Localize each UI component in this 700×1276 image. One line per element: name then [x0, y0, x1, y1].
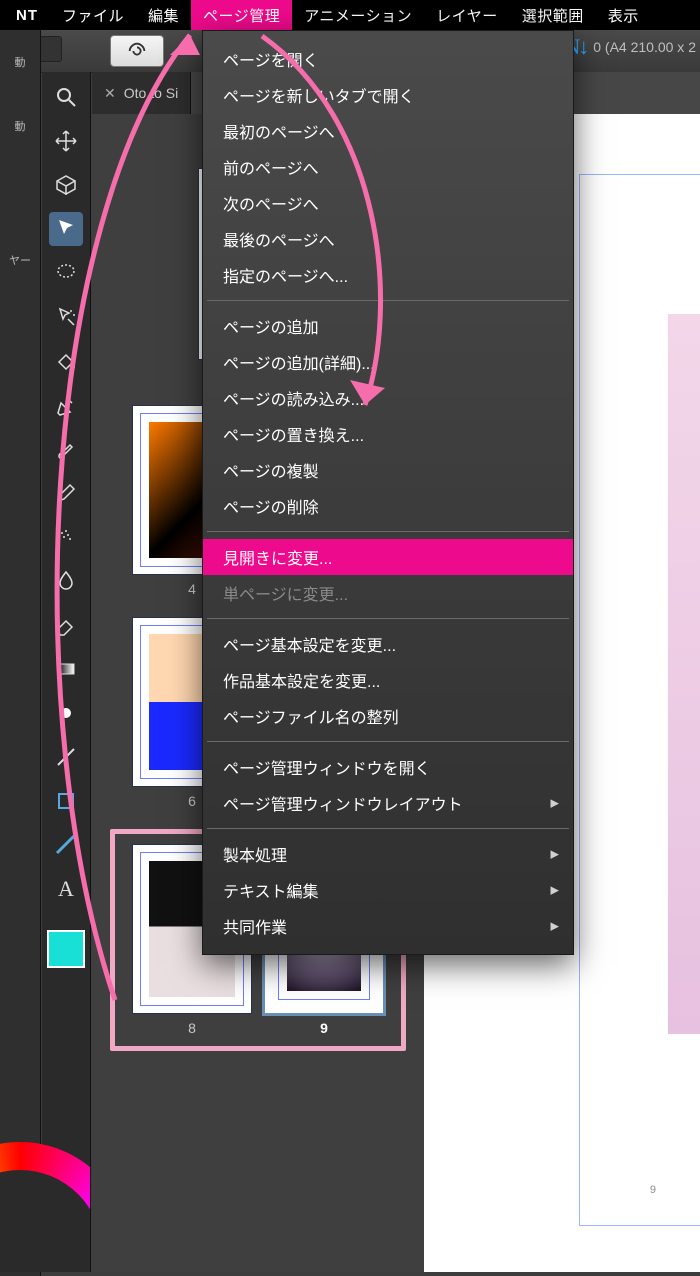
canvas-artwork	[668, 314, 700, 1034]
text-tool[interactable]: A	[49, 872, 83, 906]
menu-selection[interactable]: 選択範囲	[510, 0, 596, 31]
pencil-tool[interactable]	[49, 476, 83, 510]
gradient-tool[interactable]	[49, 652, 83, 686]
menu-edit[interactable]: 編集	[136, 0, 191, 31]
tool-palette: A	[42, 72, 91, 1272]
close-icon[interactable]: ✕	[104, 85, 116, 102]
menu-layer[interactable]: レイヤー	[424, 0, 510, 31]
menu-prev-page[interactable]: 前のページへ	[203, 149, 573, 185]
page-management-menu: ページを開く ページを新しいタブで開く 最初のページへ 前のページへ 次のページ…	[202, 30, 574, 955]
zoom-tool[interactable]	[49, 80, 83, 114]
menu-add-page-adv[interactable]: ページの追加(詳細)...	[203, 344, 573, 380]
menu-page-management[interactable]: ページ管理	[191, 0, 292, 31]
document-tab-label: Oto to Si	[124, 85, 178, 101]
menu-page-manager-layout[interactable]: ページ管理ウィンドウレイアウト	[203, 785, 573, 821]
figure-tool[interactable]	[49, 784, 83, 818]
menu-delete-page[interactable]: ページの削除	[203, 488, 573, 524]
menubar: NT ファイル 編集 ページ管理 アニメーション レイヤー 選択範囲 表示	[0, 0, 700, 30]
app-name: NT	[4, 2, 50, 29]
menu-file[interactable]: ファイル	[50, 0, 136, 31]
page-number: 8	[188, 1014, 196, 1036]
menu-rename-pages[interactable]: ページファイル名の整列	[203, 698, 573, 734]
line-tool[interactable]	[49, 740, 83, 774]
menu-last-page[interactable]: 最後のページへ	[203, 221, 573, 257]
menu-open-page[interactable]: ページを開く	[203, 41, 573, 77]
brush-tool[interactable]	[49, 432, 83, 466]
left-dock-label: ヤー	[9, 246, 31, 270]
menu-binding[interactable]: 製本処理	[203, 836, 573, 872]
menu-collab[interactable]: 共同作業	[203, 908, 573, 944]
menu-first-page[interactable]: 最初のページへ	[203, 113, 573, 149]
menu-import-page[interactable]: ページの読み込み...	[203, 380, 573, 416]
menu-work-settings[interactable]: 作品基本設定を変更...	[203, 662, 573, 698]
menu-next-page[interactable]: 次のページへ	[203, 185, 573, 221]
eraser-tool[interactable]	[49, 608, 83, 642]
pen-tool[interactable]	[49, 388, 83, 422]
menu-animation[interactable]: アニメーション	[292, 0, 424, 31]
ruler-tool[interactable]	[49, 828, 83, 862]
color-wheel[interactable]	[0, 1132, 90, 1272]
fill-tool[interactable]	[49, 344, 83, 378]
menu-add-page[interactable]: ページの追加	[203, 308, 573, 344]
airbrush-tool[interactable]	[49, 520, 83, 554]
move-tool[interactable]	[49, 124, 83, 158]
perspective-tool[interactable]	[49, 168, 83, 202]
canvas-page-number: 9	[650, 1184, 656, 1196]
dodge-tool[interactable]	[49, 696, 83, 730]
menu-text-edit[interactable]: テキスト編集	[203, 872, 573, 908]
menu-open-page-newtab[interactable]: ページを新しいタブで開く	[203, 77, 573, 113]
foreground-color-swatch[interactable]	[47, 930, 85, 968]
menu-to-single: 単ページに変更...	[203, 575, 573, 611]
menu-page-settings[interactable]: ページ基本設定を変更...	[203, 626, 573, 662]
menu-goto-page[interactable]: 指定のページへ...	[203, 257, 573, 293]
menu-to-spread[interactable]: 見開きに変更...	[203, 539, 573, 575]
left-dock-label: 動	[15, 112, 26, 136]
menu-duplicate-page[interactable]: ページの複製	[203, 452, 573, 488]
ai-assist-button[interactable]	[110, 35, 164, 67]
left-dock-label: 動	[15, 48, 26, 72]
menu-open-page-manager[interactable]: ページ管理ウィンドウを開く	[203, 749, 573, 785]
page-number: 4	[188, 575, 196, 597]
page-number: 6	[188, 787, 196, 809]
left-dock: 動 動 ヤー	[0, 30, 41, 1276]
operation-tool[interactable]	[49, 212, 83, 246]
document-dimensions: 0 (A4 210.00 x 2	[593, 39, 696, 55]
document-tab[interactable]: ✕ Oto to Si	[92, 72, 191, 114]
auto-select-tool[interactable]	[49, 300, 83, 334]
blend-tool[interactable]	[49, 564, 83, 598]
page-number: 9	[320, 1014, 328, 1036]
lasso-tool[interactable]	[49, 256, 83, 290]
menu-replace-page[interactable]: ページの置き換え...	[203, 416, 573, 452]
menu-view[interactable]: 表示	[596, 0, 651, 31]
